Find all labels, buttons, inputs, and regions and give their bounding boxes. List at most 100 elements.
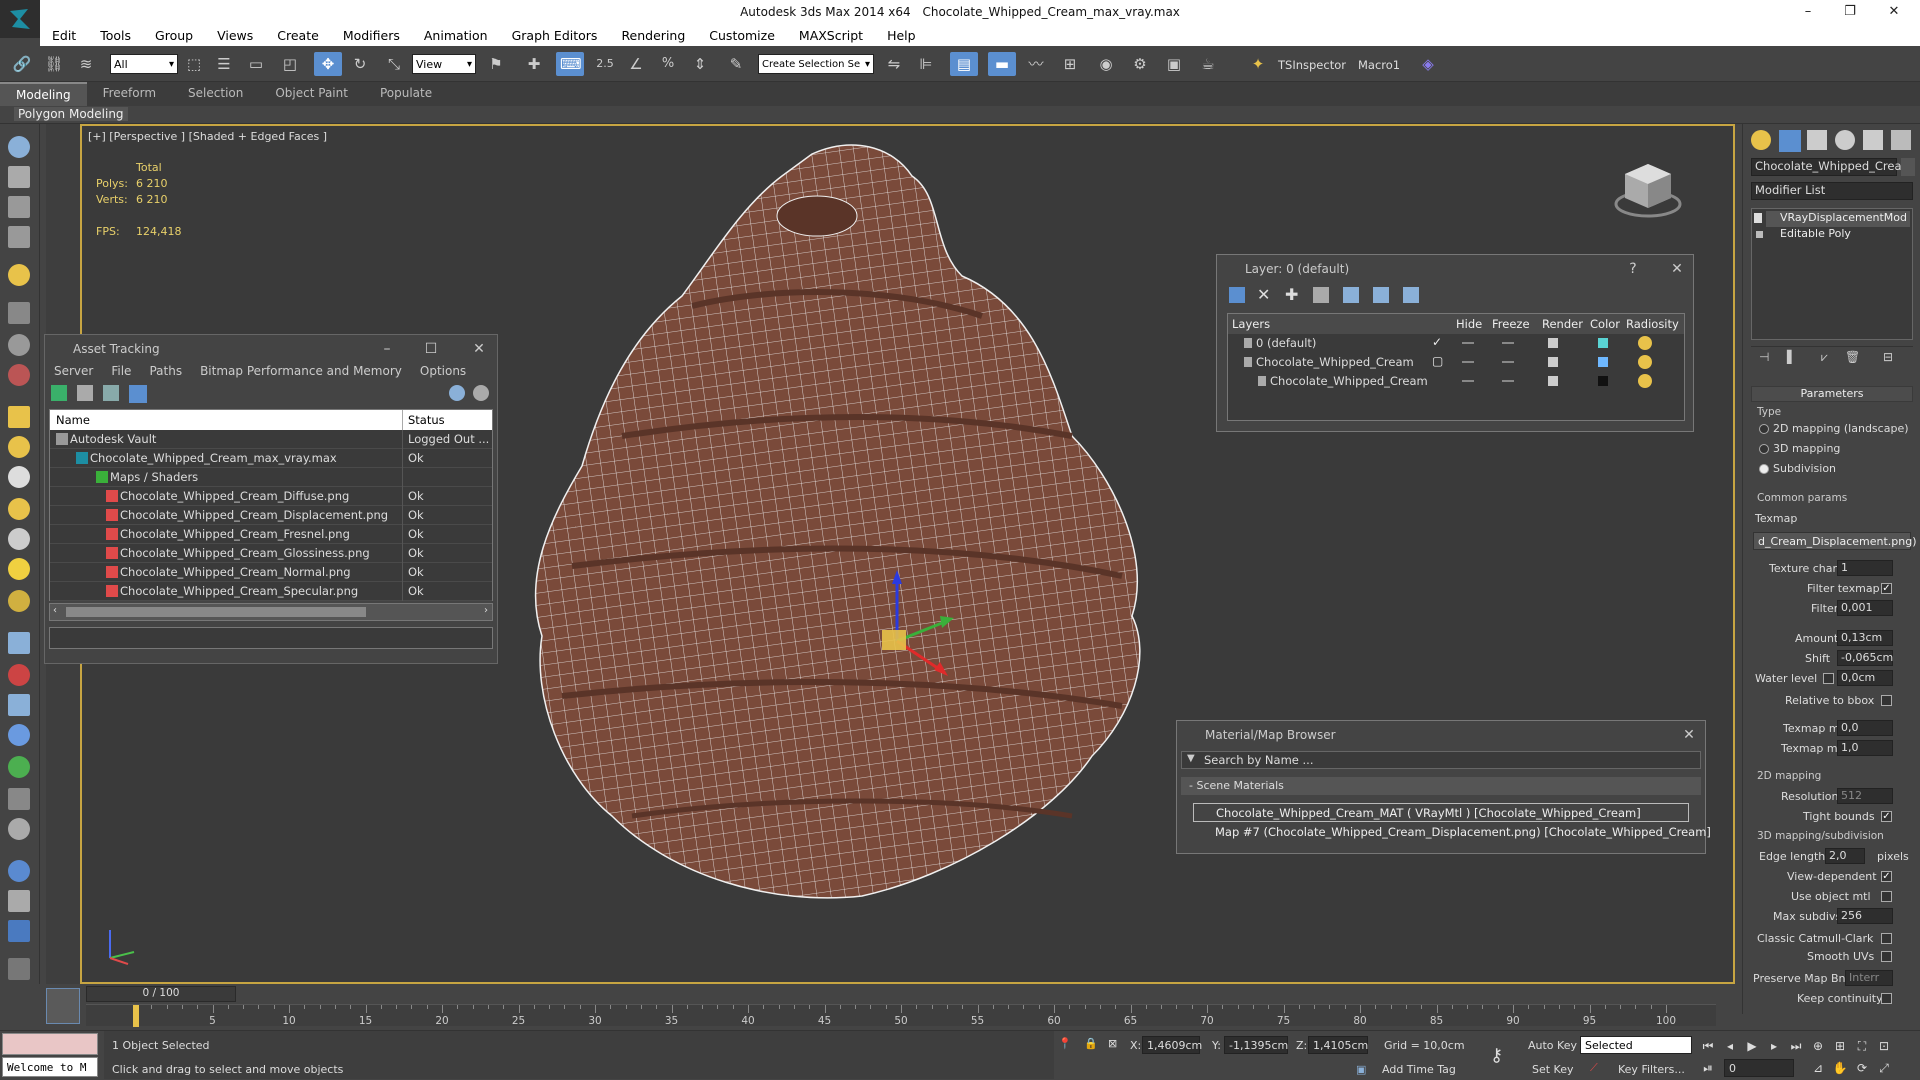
radio-2d-mapping-label[interactable]: 2D mapping (landscape) [1773,422,1909,435]
asset-close-button[interactable]: ✕ [465,339,493,359]
maximize-viewport-icon[interactable]: ⤢ [1876,1061,1892,1075]
light-icon[interactable] [8,264,30,286]
radio-subdivision-label[interactable]: Subdivision [1773,462,1836,475]
object-name-field[interactable]: Chocolate_Whipped_Cream [1751,158,1913,176]
key-mode-icon[interactable]: ⏯ [1700,1061,1716,1075]
menu-tools[interactable]: Tools [88,28,143,43]
keyboard-shortcut-icon[interactable]: ⌨ [560,54,582,74]
material-browser-close-button[interactable]: ✕ [1675,725,1703,745]
grid-icon[interactable] [8,226,30,248]
view-dependent-checkbox[interactable]: ✓ [1881,871,1892,882]
particle-icon[interactable] [8,632,30,654]
pivot-icon[interactable]: ⚑ [486,54,506,74]
asset-maximize-button[interactable]: ☐ [417,339,445,359]
time-tag-icon[interactable]: ▣ [1356,1063,1366,1076]
filter-blur-input[interactable]: 0,001 [1837,600,1893,616]
add-to-layer-icon[interactable]: ✚ [1285,285,1298,304]
layer-active-toggle[interactable]: ▢ [1432,354,1443,368]
radiosity-icon[interactable] [1638,374,1652,388]
link-icon[interactable]: 🔗 [12,54,32,74]
use-object-mtl-checkbox[interactable] [1881,891,1892,902]
ribbon-toggle-icon[interactable]: ▬ [992,54,1012,74]
max-subdivs-input[interactable]: 256 [1837,908,1893,924]
layer-color-swatch[interactable] [1598,338,1608,348]
sun-icon[interactable] [8,558,30,580]
menu-customize[interactable]: Customize [697,28,787,43]
col-name-header[interactable]: Name [56,413,90,427]
pin-stack-icon[interactable]: ⊣ [1759,350,1769,364]
amount-input[interactable]: 0,13cm [1837,630,1893,646]
script-icon[interactable] [8,890,30,912]
zoom-extents-all-icon[interactable]: ⊡ [1876,1039,1892,1053]
grid-view-icon[interactable] [129,385,147,403]
show-end-result-icon[interactable]: ▌ [1787,350,1796,364]
viewport-label[interactable]: [+] [Perspective ] [Shaded + Edged Faces… [88,130,327,143]
menu-graph-editors[interactable]: Graph Editors [500,28,610,43]
layer-row[interactable]: Chocolate_Whipped_Cream ▢ [1228,353,1684,372]
shift-input[interactable]: -0,065cm [1837,650,1893,666]
asset-row[interactable]: Chocolate_Whipped_Cream_Glossiness.png Ok [50,544,492,563]
scene-materials-group[interactable]: - Scene Materials [1181,777,1701,795]
edge-length-input[interactable]: 2,0 [1825,848,1865,864]
layer-hide-toggle[interactable] [1462,380,1474,382]
layer-close-button[interactable]: ✕ [1663,259,1691,279]
mirror-icon[interactable]: ⇋ [884,54,904,74]
stack-item-editable-poly[interactable]: Editable Poly [1766,227,1910,243]
ribbon-tab-object-paint[interactable]: Object Paint [259,82,364,106]
layer-color-swatch[interactable] [1598,357,1608,367]
radio-2d-mapping[interactable] [1759,424,1769,434]
align-icon[interactable]: ⊫ [916,54,936,74]
render-icon[interactable] [1548,376,1558,386]
current-frame-marker[interactable] [133,1005,139,1027]
named-selection-dropdown[interactable]: Create Selection Se [758,54,874,75]
foliage-icon[interactable] [8,756,30,778]
rotate-icon[interactable]: ↻ [350,54,370,74]
pan-icon[interactable]: ✋ [1832,1061,1848,1075]
menu-rendering[interactable]: Rendering [609,28,697,43]
time-slider[interactable]: 0 / 100 [86,986,236,1002]
modifier-list-dropdown[interactable]: Modifier List [1751,182,1913,200]
scroll-left-icon[interactable]: ‹ [53,605,57,616]
asset-row[interactable]: Autodesk Vault Logged Out ... [50,430,492,449]
minimize-button[interactable]: – [1788,2,1828,22]
radio-3d-mapping-label[interactable]: 3D mapping [1773,442,1840,455]
asset-menu-bitmap-performance-and-memory[interactable]: Bitmap Performance and Memory [191,363,411,381]
selection-filter-dropdown[interactable]: All [110,54,178,75]
maximize-button[interactable]: ❐ [1830,2,1870,22]
material-item[interactable]: Map #7 (Chocolate_Whipped_Cream_Displace… [1193,823,1711,842]
reference-coord-dropdown[interactable]: View [412,54,476,75]
zoom-extents-icon[interactable]: ⛶ [1854,1039,1870,1053]
dynamics-icon[interactable] [8,664,30,686]
spacewarp-icon[interactable] [8,364,30,386]
highlight-layer-icon[interactable] [1343,287,1359,303]
menu-edit[interactable]: Edit [40,28,88,43]
set-key-icon[interactable]: ⟋ [1590,1061,1598,1075]
app-logo-icon[interactable] [0,0,40,38]
layer-col-hide[interactable]: Hide [1456,317,1482,331]
menu-maxscript[interactable]: MAXScript [787,28,875,43]
make-unique-icon[interactable]: ⩗ [1821,350,1828,365]
active-layer-check-icon[interactable]: ✓ [1432,335,1442,349]
snap-toggle[interactable]: 2.5 [592,54,618,74]
ribbon-tab-populate[interactable]: Populate [364,82,448,106]
lock-icon[interactable]: 🔒 [1084,1037,1098,1050]
select-objects-icon[interactable] [1313,287,1329,303]
material-search-input[interactable]: Search by Name ... [1181,751,1701,769]
layer-freeze-toggle[interactable] [1502,342,1514,344]
menu-modifiers[interactable]: Modifiers [331,28,412,43]
go-to-end-icon[interactable]: ⏭ [1788,1039,1804,1053]
layer-col-color[interactable]: Color [1590,317,1620,331]
modify-tab-icon[interactable] [1779,130,1801,152]
maxscript-mini-listener[interactable]: Welcome to M [2,1057,98,1077]
settings-icon[interactable] [473,385,489,401]
render-sphere-icon[interactable] [8,860,30,882]
bulb-icon[interactable] [1754,213,1762,223]
classic-catmull-checkbox[interactable] [1881,933,1892,944]
globe-icon[interactable] [8,724,30,746]
keep-continuity-checkbox[interactable] [1881,993,1892,1004]
radio-subdivision[interactable] [1759,464,1769,474]
panel-icon[interactable] [8,196,30,218]
previous-frame-icon[interactable]: ◂ [1722,1039,1738,1053]
object-color-swatch[interactable] [1901,158,1915,176]
geosphere-icon[interactable] [8,590,30,612]
